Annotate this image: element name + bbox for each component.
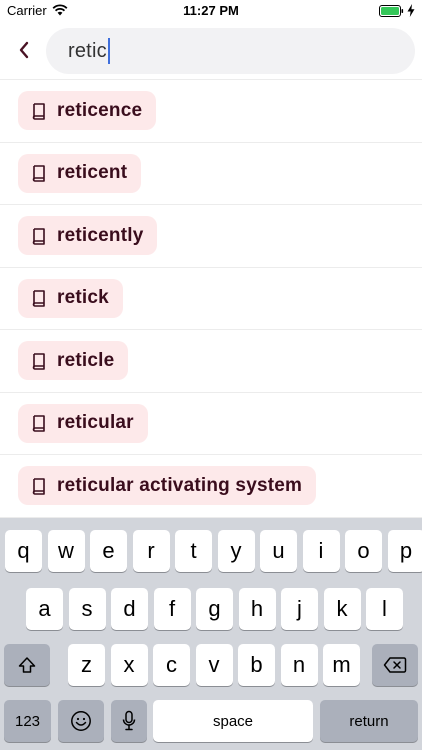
key-z[interactable]: z xyxy=(68,644,105,686)
key-t[interactable]: t xyxy=(175,530,212,572)
book-icon xyxy=(32,415,45,433)
book-icon xyxy=(32,102,45,120)
book-icon xyxy=(32,290,45,308)
key-w[interactable]: w xyxy=(47,530,85,572)
key-y[interactable]: y xyxy=(217,530,255,572)
emoji-key[interactable] xyxy=(58,700,104,742)
book-icon xyxy=(32,227,45,245)
suggestion-chip[interactable]: reticently xyxy=(18,216,158,256)
suggestion-list: reticence reticent reticently retick reticle… xyxy=(0,80,422,518)
key-n[interactable]: n xyxy=(280,644,318,686)
suggestion-label: reticently xyxy=(57,224,144,246)
dictation-key[interactable] xyxy=(111,700,147,742)
key-e[interactable]: e xyxy=(90,530,127,572)
book-icon xyxy=(32,352,45,370)
chevron-left-icon xyxy=(19,41,29,59)
result-row: reticular xyxy=(0,393,422,455)
key-q[interactable]: q xyxy=(5,530,42,572)
suggestion-chip[interactable]: reticence xyxy=(18,91,157,131)
suggestion-label: reticle xyxy=(57,349,115,371)
key-m[interactable]: m xyxy=(323,644,360,686)
key-g[interactable]: g xyxy=(196,588,233,630)
key-v[interactable]: v xyxy=(195,644,233,686)
key-a[interactable]: a xyxy=(26,588,63,630)
battery-icon xyxy=(379,5,404,17)
key-f[interactable]: f xyxy=(153,588,191,630)
result-row: reticular activating system xyxy=(0,455,422,518)
key-b[interactable]: b xyxy=(238,644,275,686)
suggestion-label: reticence xyxy=(57,99,143,121)
suggestion-chip[interactable]: retick xyxy=(18,278,123,318)
key-r[interactable]: r xyxy=(132,530,170,572)
result-row: reticent xyxy=(0,143,422,205)
key-l[interactable]: l xyxy=(366,588,403,630)
key-d[interactable]: d xyxy=(111,588,148,630)
suggestion-chip[interactable]: reticle xyxy=(18,341,129,381)
key-u[interactable]: u xyxy=(260,530,297,572)
shift-key[interactable] xyxy=(4,644,50,686)
search-query-text: retic xyxy=(68,39,107,62)
suggestion-chip[interactable]: reticent xyxy=(18,153,142,193)
numbers-key[interactable]: 123 xyxy=(4,700,51,742)
result-row: retick xyxy=(0,268,422,330)
search-header: retic xyxy=(0,22,422,80)
status-bar: Carrier 11:27 PM xyxy=(0,0,422,22)
text-caret xyxy=(107,38,110,64)
book-icon xyxy=(32,477,45,495)
shift-icon xyxy=(18,657,36,673)
backspace-icon xyxy=(383,657,407,673)
suggestion-chip[interactable]: reticular activating system xyxy=(18,466,317,506)
space-key[interactable]: space xyxy=(153,700,313,742)
result-row: reticle xyxy=(0,330,422,393)
result-row: reticence xyxy=(0,80,422,143)
key-s[interactable]: s xyxy=(68,588,106,630)
key-c[interactable]: c xyxy=(153,644,190,686)
return-key[interactable]: return xyxy=(320,700,418,742)
suggestion-label: reticular xyxy=(57,412,134,434)
key-k[interactable]: k xyxy=(323,588,361,630)
search-input[interactable]: retic xyxy=(46,28,415,74)
emoji-icon xyxy=(71,711,91,731)
result-row: reticently xyxy=(0,205,422,268)
key-p[interactable]: p xyxy=(387,530,422,572)
suggestion-label: reticular activating system xyxy=(57,474,303,496)
microphone-icon xyxy=(122,710,136,731)
key-i[interactable]: i xyxy=(302,530,340,572)
key-o[interactable]: o xyxy=(345,530,382,572)
on-screen-keyboard: q w e r t y u i o p a s d f g h j k l z x c v b n m 123 space return xyxy=(0,518,422,750)
back-button[interactable] xyxy=(8,34,40,66)
suggestion-label: reticent xyxy=(57,162,128,184)
charging-bolt-icon xyxy=(407,4,415,17)
book-icon xyxy=(32,165,45,183)
suggestion-label: retick xyxy=(57,287,109,309)
key-h[interactable]: h xyxy=(238,588,276,630)
key-j[interactable]: j xyxy=(281,588,318,630)
suggestion-chip[interactable]: reticular xyxy=(18,403,148,443)
key-x[interactable]: x xyxy=(110,644,148,686)
clock: 11:27 PM xyxy=(183,3,239,18)
delete-key[interactable] xyxy=(372,644,418,686)
